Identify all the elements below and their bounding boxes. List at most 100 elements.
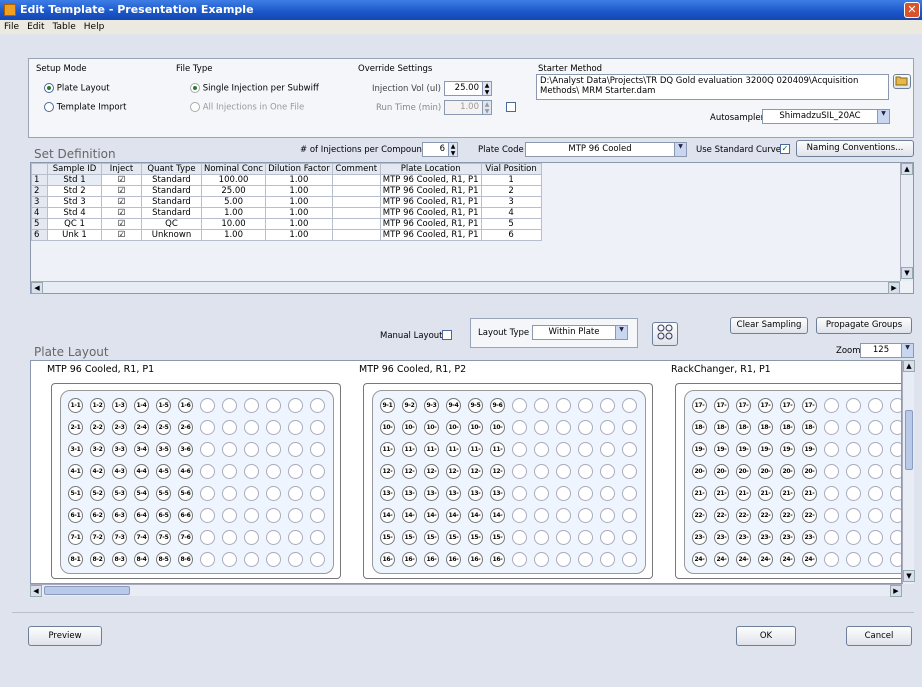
empty-well[interactable] <box>622 398 637 413</box>
sample-well[interactable]: 23-3 <box>736 530 751 545</box>
menu-table[interactable]: Table <box>49 20 80 34</box>
empty-well[interactable] <box>846 486 861 501</box>
sample-well[interactable]: 8-2 <box>90 552 105 567</box>
sample-well[interactable]: 11-2 <box>402 442 417 457</box>
empty-well[interactable] <box>512 442 527 457</box>
sample-well[interactable]: 18-3 <box>736 420 751 435</box>
empty-well[interactable] <box>534 552 549 567</box>
sample-well[interactable]: 16-3 <box>424 552 439 567</box>
sample-well[interactable]: 24-4 <box>758 552 773 567</box>
radio-template-import[interactable]: Template Import <box>44 102 126 113</box>
table-cell[interactable]: ☑ <box>101 174 142 186</box>
empty-well[interactable] <box>222 552 237 567</box>
empty-well[interactable] <box>578 552 593 567</box>
radio-plate-layout[interactable]: Plate Layout <box>44 83 110 94</box>
empty-well[interactable] <box>244 442 259 457</box>
sample-well[interactable]: 1-4 <box>134 398 149 413</box>
sample-well[interactable]: 9-5 <box>468 398 483 413</box>
empty-well[interactable] <box>600 420 615 435</box>
table-cell[interactable]: 3 <box>480 196 542 208</box>
empty-well[interactable] <box>222 398 237 413</box>
sample-well[interactable]: 19-5 <box>780 442 795 457</box>
empty-well[interactable] <box>578 442 593 457</box>
sample-well[interactable]: 17-2 <box>714 398 729 413</box>
radio-single-injection[interactable]: Single Injection per Subwiff <box>190 83 319 94</box>
radio-plate-layout-dot[interactable] <box>44 83 54 93</box>
sample-well[interactable]: 10-2 <box>402 420 417 435</box>
empty-well[interactable] <box>824 420 839 435</box>
empty-well[interactable] <box>846 530 861 545</box>
empty-well[interactable] <box>868 442 883 457</box>
sample-well[interactable]: 10-6 <box>490 420 505 435</box>
injection-vol-input[interactable]: 25.00 ▲ ▼ <box>444 81 492 96</box>
sample-well[interactable]: 5-6 <box>178 486 193 501</box>
menu-help[interactable]: Help <box>80 20 109 34</box>
sample-well[interactable]: 1-1 <box>68 398 83 413</box>
empty-well[interactable] <box>868 552 883 567</box>
table-cell[interactable]: 1.00 <box>265 196 333 208</box>
sample-well[interactable]: 21-6 <box>802 486 817 501</box>
empty-well[interactable] <box>556 486 571 501</box>
sample-well[interactable]: 9-6 <box>490 398 505 413</box>
table-cell[interactable]: 1.00 <box>200 207 267 219</box>
table-cell[interactable] <box>331 196 381 208</box>
sample-well[interactable]: 9-2 <box>402 398 417 413</box>
table-cell[interactable]: MTP 96 Cooled, R1, P1 <box>379 229 482 241</box>
empty-well[interactable] <box>244 530 259 545</box>
sample-well[interactable]: 20-3 <box>736 464 751 479</box>
table-row[interactable]: 2 Std 2 ☑ Standard 25.00 1.00 MTP 96 Cooled, R… <box>31 185 542 197</box>
table-row[interactable]: 3 Std 3 ☑ Standard 5.00 1.00 MTP 96 Cooled, R1… <box>31 196 542 208</box>
empty-well[interactable] <box>266 508 281 523</box>
sample-well[interactable]: 1-6 <box>178 398 193 413</box>
scroll-thumb[interactable] <box>905 410 913 470</box>
sample-well[interactable]: 10-3 <box>424 420 439 435</box>
sample-well[interactable]: 7-1 <box>68 530 83 545</box>
empty-well[interactable] <box>578 420 593 435</box>
empty-well[interactable] <box>622 552 637 567</box>
sample-well[interactable]: 15-2 <box>402 530 417 545</box>
sample-well[interactable]: 21-3 <box>736 486 751 501</box>
sample-well[interactable]: 12-1 <box>380 464 395 479</box>
empty-well[interactable] <box>244 420 259 435</box>
empty-well[interactable] <box>846 508 861 523</box>
sample-well[interactable]: 11-6 <box>490 442 505 457</box>
table-cell[interactable]: QC <box>141 218 202 230</box>
table-cell[interactable]: 25.00 <box>200 185 267 197</box>
sample-well[interactable]: 19-6 <box>802 442 817 457</box>
sample-well[interactable]: 5-3 <box>112 486 127 501</box>
sample-well[interactable]: 22-3 <box>736 508 751 523</box>
empty-well[interactable] <box>534 486 549 501</box>
preview-button[interactable]: Preview <box>28 626 102 646</box>
plate[interactable]: 9-1 9-2 9-3 9-4 9-5 9-6 10-1 10-2 10-3 10-4 10-5 10… <box>363 383 653 579</box>
sample-well[interactable]: 16-5 <box>468 552 483 567</box>
empty-well[interactable] <box>578 398 593 413</box>
layout-grid-toggle-button[interactable] <box>652 322 678 346</box>
empty-well[interactable] <box>846 442 861 457</box>
empty-well[interactable] <box>200 552 215 567</box>
set-table-horizontal-scrollbar[interactable]: ◀ ▶ <box>31 281 900 294</box>
empty-well[interactable] <box>512 464 527 479</box>
sample-well[interactable]: 12-3 <box>424 464 439 479</box>
table-cell[interactable]: Std 3 <box>47 196 102 208</box>
sample-well[interactable]: 5-2 <box>90 486 105 501</box>
empty-well[interactable] <box>890 398 901 413</box>
empty-well[interactable] <box>622 530 637 545</box>
sample-well[interactable]: 24-3 <box>736 552 751 567</box>
table-row[interactable]: 5 QC 1 ☑ QC 10.00 1.00 MTP 96 Cooled, R1, P1 5 <box>31 218 542 230</box>
empty-well[interactable] <box>310 464 325 479</box>
empty-well[interactable] <box>824 552 839 567</box>
sample-well[interactable]: 3-1 <box>68 442 83 457</box>
sample-well[interactable]: 18-4 <box>758 420 773 435</box>
sample-well[interactable]: 12-2 <box>402 464 417 479</box>
empty-well[interactable] <box>890 420 901 435</box>
sample-well[interactable]: 23-2 <box>714 530 729 545</box>
empty-well[interactable] <box>310 420 325 435</box>
sample-well[interactable]: 22-6 <box>802 508 817 523</box>
sample-well[interactable]: 8-5 <box>156 552 171 567</box>
table-cell[interactable]: 10.00 <box>200 218 267 230</box>
sample-well[interactable]: 11-3 <box>424 442 439 457</box>
table-cell[interactable]: ☑ <box>101 218 142 230</box>
empty-well[interactable] <box>556 552 571 567</box>
injection-vol-spinner[interactable]: ▲ ▼ <box>482 82 491 96</box>
sample-well[interactable]: 2-6 <box>178 420 193 435</box>
